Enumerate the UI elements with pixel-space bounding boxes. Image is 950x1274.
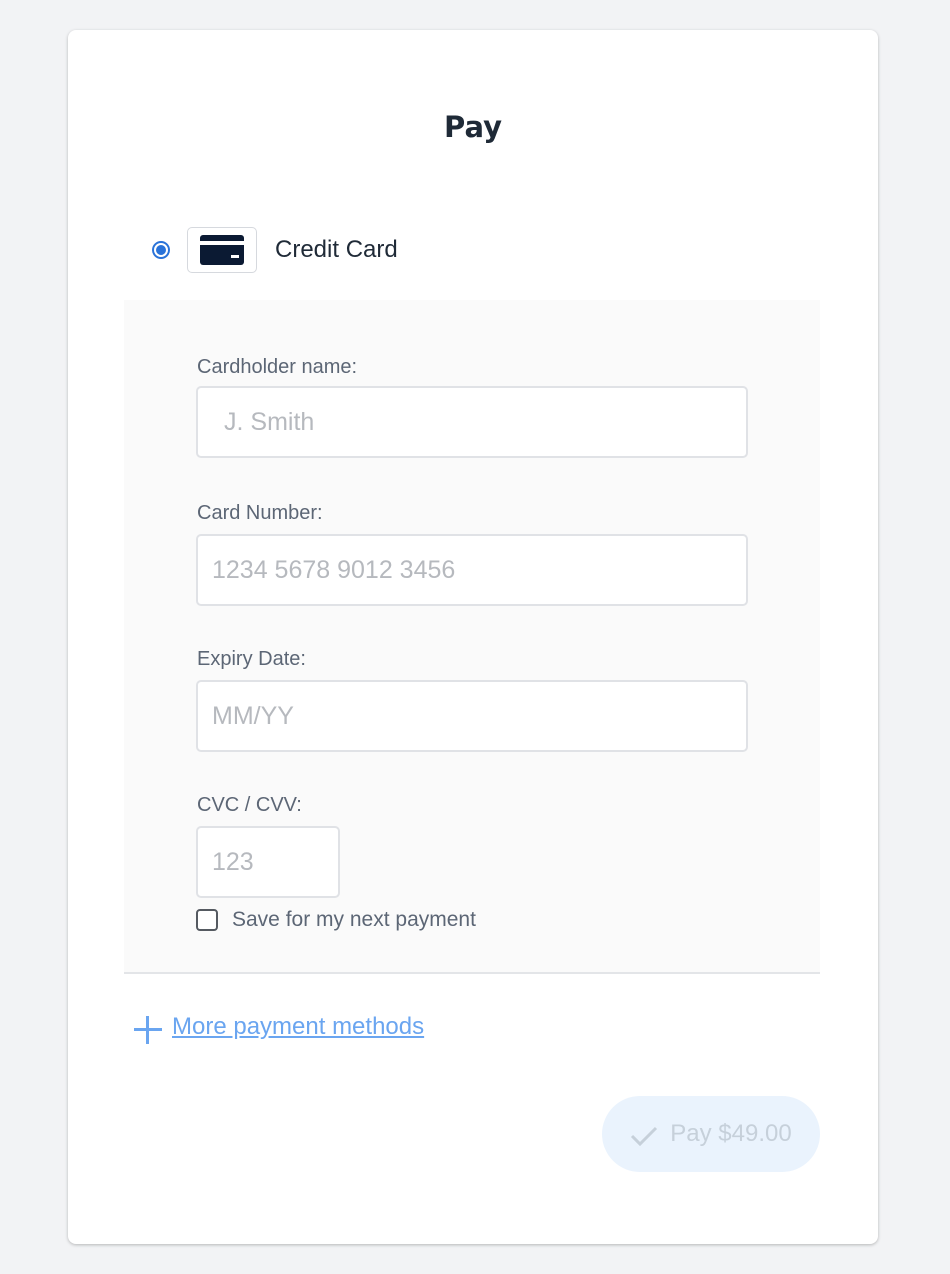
card-number-input[interactable] <box>196 534 748 606</box>
more-payment-methods-link[interactable]: More payment methods <box>172 1013 424 1041</box>
cvc-input[interactable] <box>196 826 340 898</box>
pay-button[interactable]: Pay $49.00 <box>602 1096 820 1172</box>
save-payment-checkbox[interactable] <box>196 909 218 931</box>
more-payment-methods[interactable]: More payment methods <box>134 1010 424 1044</box>
radio-selected-dot <box>156 245 166 255</box>
pay-button-label: Pay $49.00 <box>670 1120 792 1147</box>
card-number-label: Card Number: <box>197 502 323 524</box>
page-title: Pay <box>443 110 503 144</box>
credit-card-radio[interactable] <box>152 241 170 259</box>
cardholder-name-input[interactable] <box>196 386 748 458</box>
payment-method-label: Credit Card <box>275 236 398 263</box>
save-payment-label: Save for my next payment <box>232 908 476 931</box>
expiry-date-label: Expiry Date: <box>197 648 306 670</box>
check-icon <box>631 1126 658 1147</box>
cvc-label: CVC / CVV: <box>197 794 302 816</box>
plus-icon[interactable] <box>134 1016 162 1044</box>
payment-method-credit-card[interactable]: Credit Card <box>152 226 398 274</box>
payment-card: Pay Credit Card Cardholder name: Card Nu… <box>68 30 878 1244</box>
credit-card-icon <box>200 235 244 265</box>
cardholder-name-label: Cardholder name: <box>197 356 358 378</box>
expiry-date-input[interactable] <box>196 680 748 752</box>
save-payment-row[interactable]: Save for my next payment <box>196 908 476 932</box>
credit-card-form: Cardholder name: Card Number: Expiry Dat… <box>124 300 820 974</box>
credit-card-icon-box <box>187 227 257 273</box>
